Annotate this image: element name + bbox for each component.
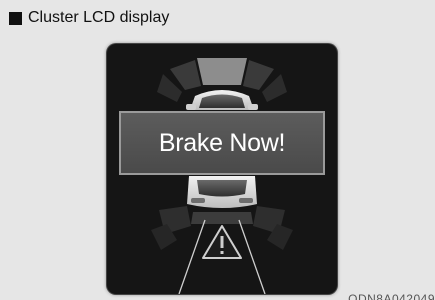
caption-bullet-icon xyxy=(9,11,22,25)
car-icon xyxy=(186,90,258,110)
caption-text: Cluster LCD display xyxy=(28,9,170,26)
manual-figure: Cluster LCD display Brake Now! ODN8A0420… xyxy=(0,0,435,300)
car-rear-icon xyxy=(187,176,257,208)
figure-caption: Cluster LCD display xyxy=(9,8,169,28)
brake-alert-message: Brake Now! xyxy=(158,128,286,157)
brake-alert-box: Brake Now! xyxy=(119,111,325,175)
warning-triangle-icon xyxy=(202,225,242,259)
figure-code: ODN8A042049 xyxy=(348,292,435,300)
cluster-lcd-display: Brake Now! xyxy=(107,44,337,294)
